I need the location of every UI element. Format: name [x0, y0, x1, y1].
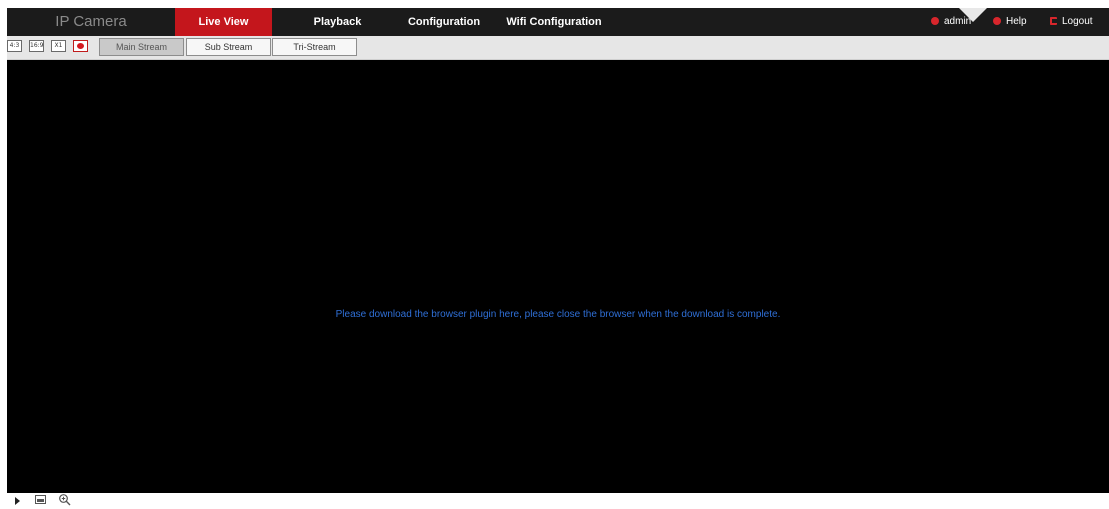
- original-size-icon[interactable]: X1: [51, 40, 66, 52]
- ip-camera-app: IP Camera Live View Playback Configurati…: [0, 0, 1109, 509]
- help-icon: [993, 17, 1001, 25]
- record-icon[interactable]: [73, 40, 88, 52]
- plugin-download-link[interactable]: Please download the browser plugin here,…: [7, 309, 1109, 320]
- aspect-4-3-icon[interactable]: 4:3: [7, 40, 22, 52]
- play-icon[interactable]: [15, 497, 20, 505]
- top-navigation-bar: IP Camera Live View Playback Configurati…: [7, 8, 1109, 36]
- snapshot-icon[interactable]: [35, 495, 46, 504]
- brand-title: IP Camera: [55, 13, 127, 30]
- tab-configuration[interactable]: Configuration: [401, 8, 487, 36]
- tab-live-view[interactable]: Live View: [175, 8, 272, 36]
- zoom-in-icon[interactable]: [58, 493, 72, 507]
- user-icon: [931, 17, 939, 25]
- logout-link[interactable]: Logout: [1050, 8, 1093, 36]
- playback-controls: [0, 493, 1109, 509]
- aspect-16-9-icon[interactable]: 16:9: [29, 40, 44, 52]
- logout-icon: [1050, 17, 1057, 25]
- logout-label: Logout: [1062, 16, 1093, 27]
- tab-wifi-configuration[interactable]: Wifi Configuration: [499, 8, 609, 36]
- tri-stream-button[interactable]: Tri-Stream: [272, 38, 357, 56]
- video-display-area[interactable]: Please download the browser plugin here,…: [7, 60, 1109, 493]
- live-view-toolbar: 4:3 16:9 X1 Main Stream Sub Stream Tri-S…: [7, 36, 1109, 60]
- help-label: Help: [1006, 16, 1027, 27]
- main-stream-button[interactable]: Main Stream: [99, 38, 184, 56]
- tab-playback[interactable]: Playback: [290, 8, 385, 36]
- decorative-corner: [959, 8, 987, 22]
- help-link[interactable]: Help: [993, 8, 1027, 36]
- sub-stream-button[interactable]: Sub Stream: [186, 38, 271, 56]
